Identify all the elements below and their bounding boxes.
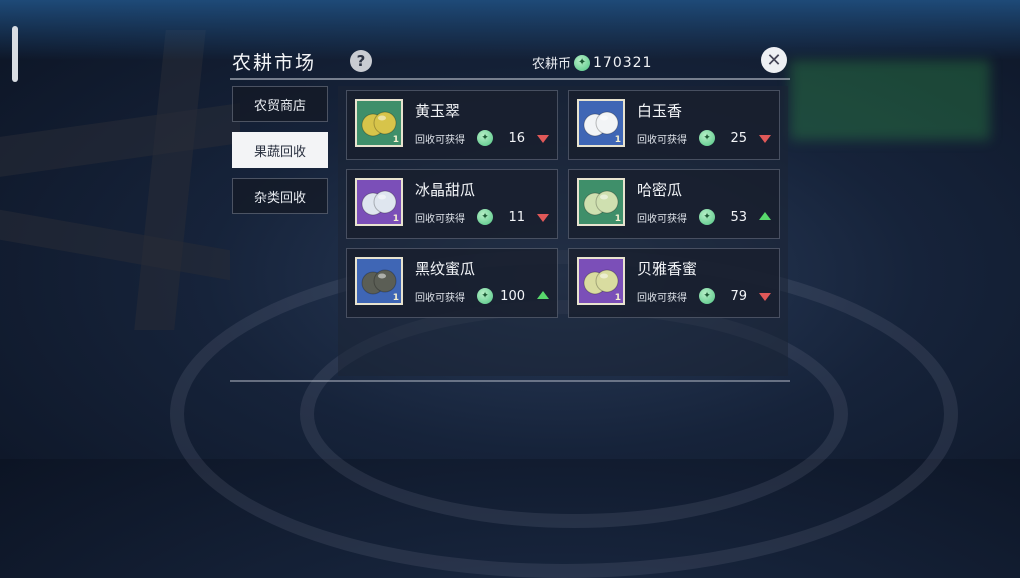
coin-icon: ✦ xyxy=(574,54,591,71)
tier-badge: 1 xyxy=(614,293,621,303)
recycle-label: 回收可获得 xyxy=(415,214,465,225)
recycle-label: 回收可获得 xyxy=(637,214,687,225)
background-rail xyxy=(0,103,240,177)
arrow-down-icon xyxy=(537,214,549,222)
tier-badge: 1 xyxy=(614,214,621,224)
melon-icon: 1 xyxy=(355,99,403,147)
coin-icon: ✦ xyxy=(477,288,493,304)
recycle-price: 16 xyxy=(508,131,525,146)
item-card[interactable]: 1 黑纹蜜瓜回收可获得 ✦ 100 xyxy=(346,248,558,318)
item-card[interactable]: 1 白玉香回收可获得 ✦ 25 xyxy=(568,90,780,160)
melon-icon: 1 xyxy=(577,257,625,305)
tier-badge: 1 xyxy=(392,293,399,303)
coin-icon: ✦ xyxy=(699,288,715,304)
item-name: 黑纹蜜瓜 xyxy=(415,260,476,278)
arrow-up-icon xyxy=(759,212,771,220)
background-pillar xyxy=(134,30,206,330)
currency-label: 农耕币 xyxy=(532,57,572,72)
coin-icon: ✦ xyxy=(477,130,493,146)
item-name: 哈密瓜 xyxy=(637,181,683,199)
item-list: 1 黄玉翠 回收可获得 ✦ 16 1 白玉香 回收可获得 ✦ 25 1 冰晶甜瓜 回收可获得 ✦ 11 1 哈密… xyxy=(338,86,788,376)
item-name: 冰晶甜瓜 xyxy=(415,181,476,199)
coin-icon: ✦ xyxy=(477,209,493,225)
melon-icon: 1 xyxy=(355,257,403,305)
scroll-handle[interactable] xyxy=(12,26,18,82)
arrow-down-icon xyxy=(537,135,549,143)
tier-badge: 1 xyxy=(614,135,621,145)
item-card[interactable]: 1 冰晶甜瓜回收可获得 ✦ 11 xyxy=(346,169,558,239)
arrow-up-icon xyxy=(537,291,549,299)
recycle-label: 回收可获得 xyxy=(415,135,465,146)
item-name: 白玉香 xyxy=(637,102,683,120)
coin-icon: ✦ xyxy=(699,209,715,225)
item-name: 黄玉翠 xyxy=(415,102,461,120)
tier-badge: 1 xyxy=(392,214,399,224)
recycle-label: 回收可获得 xyxy=(637,135,687,146)
background-rail xyxy=(0,209,230,281)
item-card[interactable]: 1 哈密瓜回收可获得 ✦ 53 xyxy=(568,169,780,239)
item-name: 贝雅香蜜 xyxy=(637,260,698,278)
recycle-price: 79 xyxy=(730,289,747,304)
category-sidebar: 农贸商店 果蔬回收 杂类回收 xyxy=(232,86,328,224)
recycle-label: 回收可获得 xyxy=(637,293,687,304)
melon-icon: 1 xyxy=(577,99,625,147)
divider xyxy=(230,380,790,382)
help-button[interactable]: ? xyxy=(350,50,372,72)
arrow-down-icon xyxy=(759,293,771,301)
panel-header: 农耕市场 ? 农耕币 ✦ 170321 ✕ xyxy=(230,44,790,80)
recycle-label: 回收可获得 xyxy=(415,293,465,304)
currency-display: 农耕币 ✦ 170321 xyxy=(532,53,652,72)
tier-badge: 1 xyxy=(392,135,399,145)
melon-icon: 1 xyxy=(577,178,625,226)
item-card[interactable]: 1 黄玉翠回收可获得 ✦ 16 xyxy=(346,90,558,160)
tab-produce-recycle[interactable]: 果蔬回收 xyxy=(232,132,328,168)
farm-market-panel: 农耕市场 ? 农耕币 ✦ 170321 ✕ 农贸商店 果蔬回收 杂类回收 1 黄玉… xyxy=(230,44,790,384)
coin-icon: ✦ xyxy=(699,130,715,146)
currency-value: 170321 xyxy=(593,54,653,71)
close-icon: ✕ xyxy=(766,49,782,71)
item-card[interactable]: 1 贝雅香蜜回收可获得 ✦ 79 xyxy=(568,248,780,318)
close-button[interactable]: ✕ xyxy=(761,47,787,73)
recycle-price: 25 xyxy=(730,131,747,146)
recycle-price: 11 xyxy=(508,210,525,225)
recycle-price: 100 xyxy=(500,289,525,304)
tab-farm-shop[interactable]: 农贸商店 xyxy=(232,86,328,122)
page-title: 农耕市场 xyxy=(232,52,317,74)
background-foliage xyxy=(790,60,990,140)
arrow-down-icon xyxy=(759,135,771,143)
tab-misc-recycle[interactable]: 杂类回收 xyxy=(232,178,328,214)
recycle-price: 53 xyxy=(730,210,747,225)
melon-icon: 1 xyxy=(355,178,403,226)
